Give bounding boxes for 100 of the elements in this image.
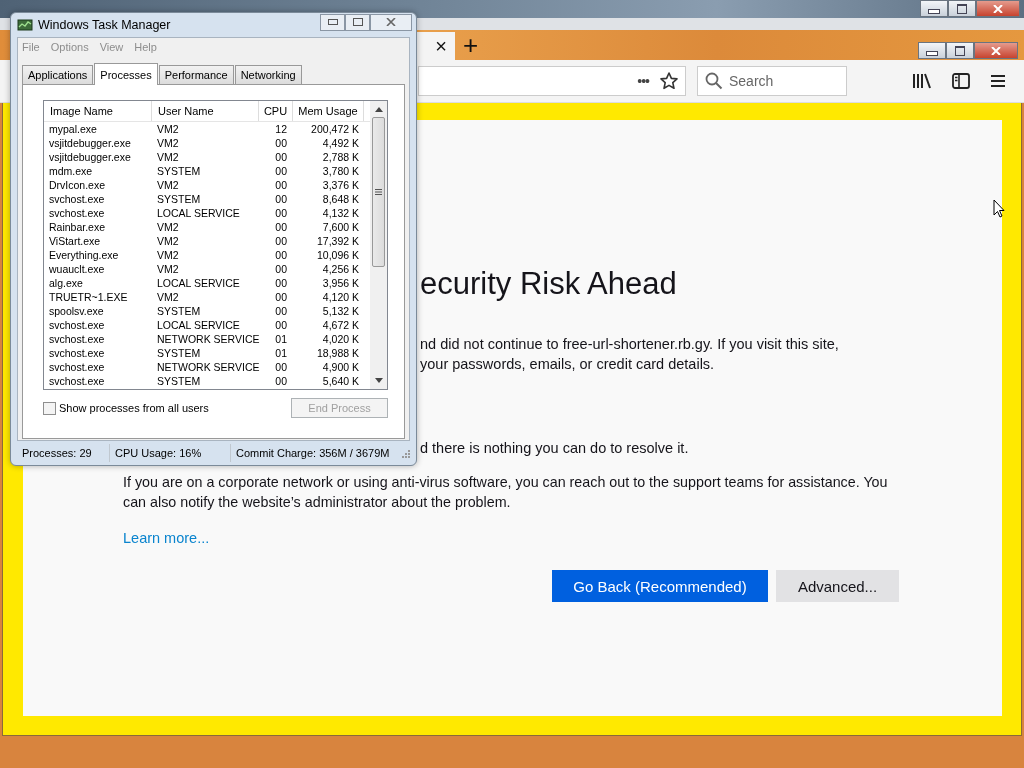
minimize-button[interactable] <box>918 42 946 59</box>
table-cell-text: 3,956 K <box>321 276 360 290</box>
table-cell-text: ViStart.exe <box>48 234 102 248</box>
column-header[interactable]: CPU <box>259 101 293 121</box>
table-cell-text: 17,392 K <box>315 234 360 248</box>
search-icon <box>705 72 723 90</box>
status-text: CPU Usage: 16% <box>110 444 231 462</box>
checkbox[interactable] <box>43 401 56 415</box>
tab[interactable]: Performance <box>158 65 234 84</box>
table-cell-text: 4,672 K <box>321 318 360 332</box>
search-field[interactable]: Search <box>697 66 847 96</box>
minimize-button[interactable] <box>920 0 948 17</box>
restore-button[interactable] <box>946 42 974 59</box>
table-cell-text: 00 <box>274 262 288 276</box>
maximize-button[interactable] <box>345 13 370 31</box>
menu-icon[interactable] <box>990 74 1006 88</box>
status-text: Processes: 29 <box>17 444 110 462</box>
minimize-icon <box>327 19 338 25</box>
table-cell-text: 4,900 K <box>321 360 360 374</box>
table-cell-text: 200,472 K <box>310 122 360 136</box>
table-cell-text: 00 <box>274 290 288 304</box>
table-cell-text: 00 <box>274 234 288 248</box>
go-back-button[interactable]: Go Back (Recommended) <box>552 570 768 602</box>
table-cell-text: 8,648 K <box>321 192 360 206</box>
close-icon <box>993 4 1003 13</box>
text-line: your passwords, emails, or credit card details. <box>420 355 715 374</box>
table-cell-text: svchost.exe <box>48 318 106 332</box>
table-cell-text: 00 <box>274 150 288 164</box>
table-cell-text: VM2 <box>156 178 180 192</box>
table-cell-text: 00 <box>274 304 288 318</box>
table-cell-text: TRUETR~1.EXE <box>48 290 129 304</box>
minimize-button[interactable] <box>320 13 345 31</box>
page-actions-button[interactable]: ••• <box>637 73 649 89</box>
scroll-up-icon[interactable] <box>374 107 383 112</box>
advanced-button[interactable]: Advanced... <box>776 570 899 602</box>
learn-more-link[interactable]: Learn more... <box>123 530 210 546</box>
window-title: Windows Task Manager <box>38 18 171 32</box>
table-cell-text: VM2 <box>156 136 180 150</box>
table-cell-text: 4,132 K <box>321 206 360 220</box>
scrollbar[interactable] <box>370 101 387 389</box>
browser-tab[interactable]: × <box>417 32 455 60</box>
table-cell-text: 00 <box>274 318 288 332</box>
scroll-thumb[interactable] <box>372 117 385 267</box>
table-cell-text: SYSTEM <box>156 164 202 178</box>
table-cell-text: mdm.exe <box>48 164 94 178</box>
close-tab-button[interactable]: × <box>435 36 447 56</box>
close-button[interactable] <box>974 42 1018 59</box>
table-cell-text: 00 <box>274 136 288 150</box>
column-header[interactable]: Image Name <box>44 101 152 121</box>
table-cell-text: vsjitdebugger.exe <box>48 136 132 150</box>
text-line: nd did not continue to free-url-shortener.rb.gy. If you visit this site, <box>420 335 839 354</box>
sidebar-icon[interactable] <box>952 73 970 89</box>
table-cell-text: 00 <box>274 248 288 262</box>
table-cell-text: 00 <box>274 276 288 290</box>
table-cell-text: 00 <box>274 360 288 374</box>
resize-grip-icon <box>400 448 410 458</box>
table-cell-text: Rainbar.exe <box>48 220 107 234</box>
address-field[interactable]: ••• <box>418 66 686 96</box>
table-cell-text: alg.exe <box>48 276 84 290</box>
tab[interactable]: Processes <box>94 63 158 85</box>
table-cell-text: 4,256 K <box>321 262 360 276</box>
tab[interactable]: Applications <box>22 65 94 84</box>
table-cell-text: NETWORK SERVICE <box>156 360 259 374</box>
tab[interactable]: Networking <box>234 65 302 84</box>
restore-button[interactable] <box>948 0 976 17</box>
table-cell-text: 00 <box>274 178 288 192</box>
table-cell-text: 5,132 K <box>321 304 360 318</box>
column-header[interactable]: Mem Usage <box>293 101 364 121</box>
table-cell-text: vsjitdebugger.exe <box>48 150 132 164</box>
table-cell-text: svchost.exe <box>48 332 106 346</box>
table-cell-text: VM2 <box>156 248 180 262</box>
table-cell-text: 3,376 K <box>321 178 360 192</box>
table-cell-text: VM2 <box>156 122 180 136</box>
close-button[interactable] <box>370 13 412 31</box>
table-cell-text: SYSTEM <box>156 374 202 388</box>
library-icon[interactable] <box>912 72 932 90</box>
close-icon <box>991 46 1001 55</box>
table-cell-text: 00 <box>274 220 288 234</box>
star-icon[interactable] <box>659 71 679 91</box>
table-cell-text: VM2 <box>156 290 180 304</box>
close-button[interactable] <box>976 0 1020 17</box>
table-cell-text: 01 <box>274 346 288 360</box>
scroll-down-icon[interactable] <box>374 378 383 383</box>
table-cell-text: VM2 <box>156 220 180 234</box>
table-cell-text: DrvIcon.exe <box>48 178 107 192</box>
table-cell-text: 12 <box>274 122 288 136</box>
table-cell-text: 5,640 K <box>321 374 360 388</box>
table-cell-text: VM2 <box>156 234 180 248</box>
table-cell-text: 7,600 K <box>321 220 360 234</box>
table-cell-text: VM2 <box>156 262 180 276</box>
table-cell-text: 2,788 K <box>321 150 360 164</box>
new-tab-button[interactable]: + <box>463 31 479 59</box>
table-cell-text: wuauclt.exe <box>48 262 106 276</box>
table-cell-text: svchost.exe <box>48 192 106 206</box>
table-cell-text: svchost.exe <box>48 346 106 360</box>
column-header[interactable]: User Name <box>152 101 259 121</box>
table-cell-text: 3,780 K <box>321 164 360 178</box>
table-cell-text: VM2 <box>156 150 180 164</box>
table-cell-text: LOCAL SERVICE <box>156 206 241 220</box>
close-icon <box>386 18 396 26</box>
